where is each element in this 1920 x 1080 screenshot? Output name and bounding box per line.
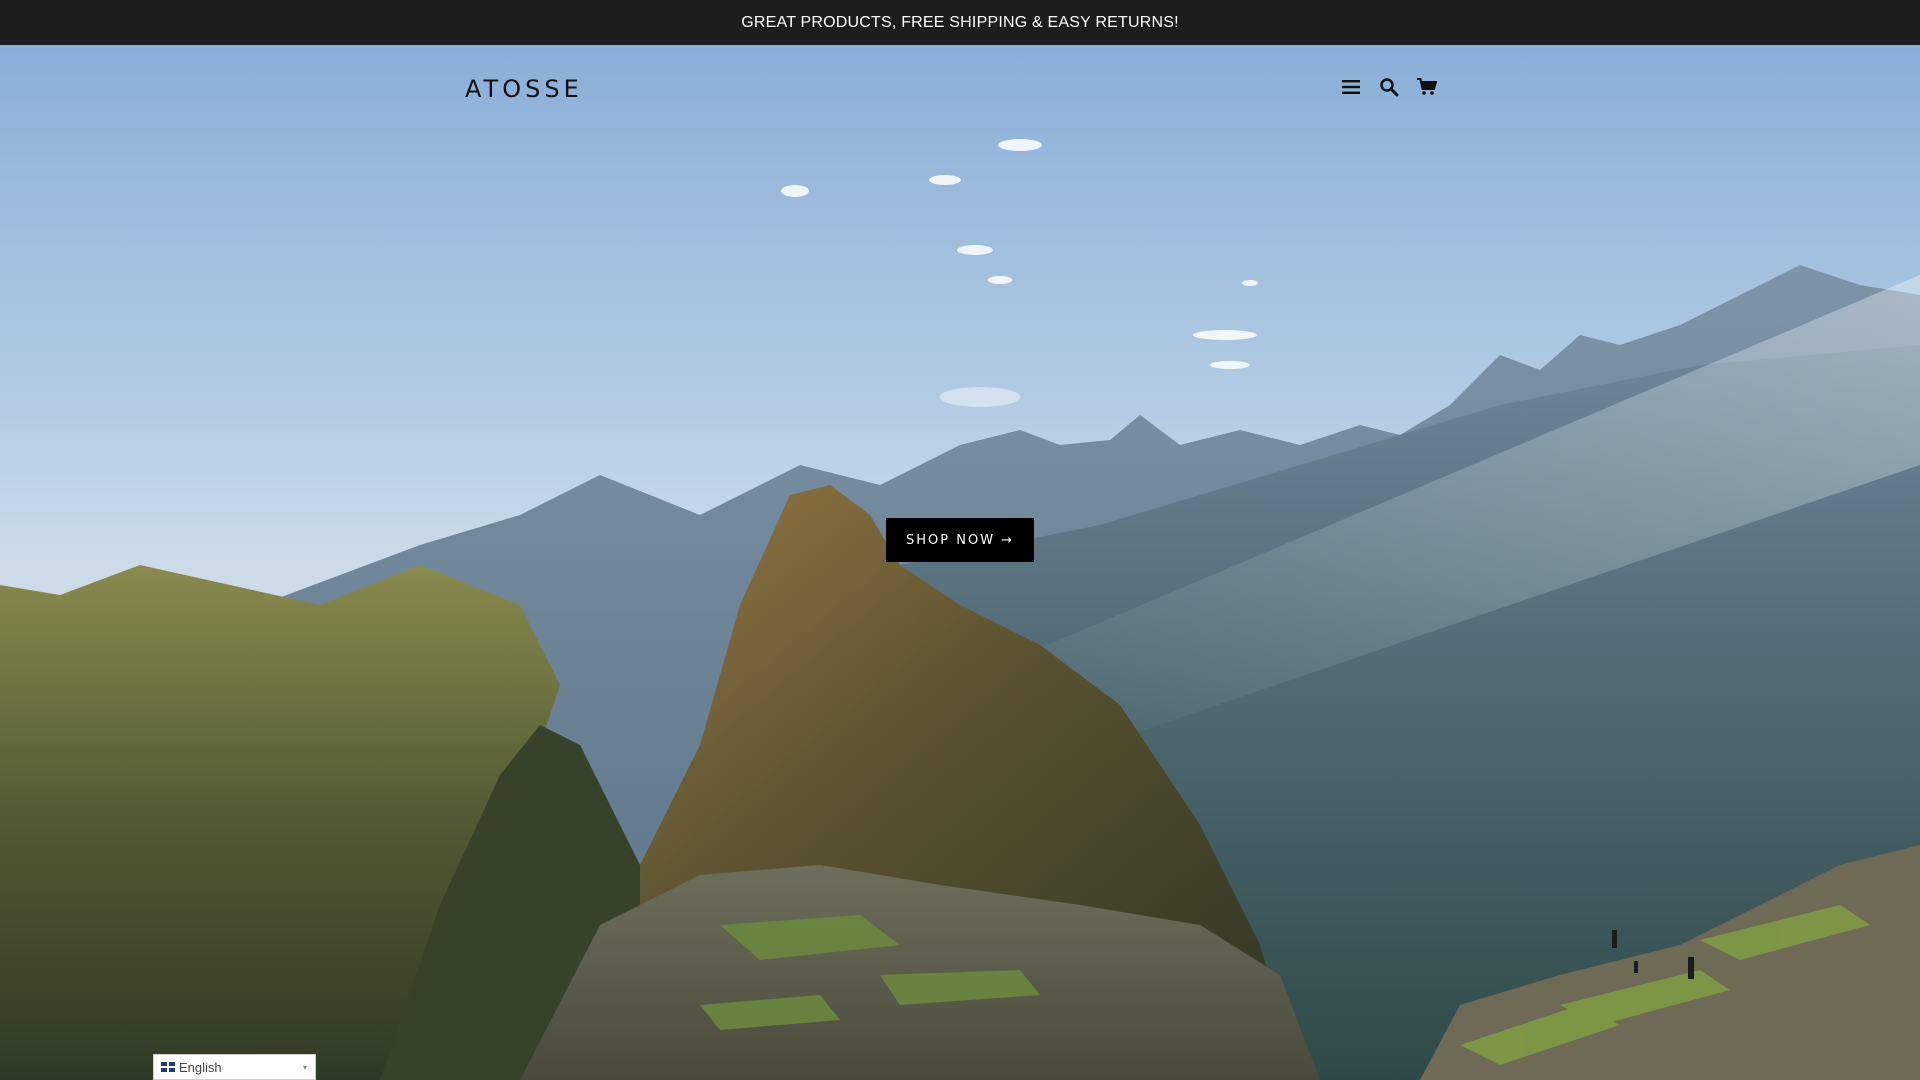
arrow-right-icon: →: [1001, 532, 1014, 548]
cart-icon[interactable]: [1416, 76, 1438, 98]
uk-flag-icon: [161, 1062, 175, 1072]
hero-banner: [0, 45, 1920, 1080]
hamburger-menu-icon[interactable]: [1340, 76, 1362, 98]
site-header: ATOSSE: [0, 45, 1920, 135]
search-icon[interactable]: [1378, 76, 1400, 98]
announcement-text: GREAT PRODUCTS, FREE SHIPPING & EASY RET…: [741, 13, 1179, 31]
language-selector[interactable]: English ▾: [153, 1054, 316, 1080]
chevron-down-icon: ▾: [302, 1063, 307, 1072]
announcement-bar: GREAT PRODUCTS, FREE SHIPPING & EASY RET…: [0, 0, 1920, 45]
shop-now-button[interactable]: SHOP NOW →: [886, 518, 1034, 562]
shop-now-label: SHOP NOW: [906, 532, 996, 548]
hero-mountain-image: [0, 45, 1920, 1080]
language-label: English: [179, 1059, 222, 1075]
site-logo[interactable]: ATOSSE: [465, 75, 583, 103]
header-icons: [1340, 76, 1438, 98]
